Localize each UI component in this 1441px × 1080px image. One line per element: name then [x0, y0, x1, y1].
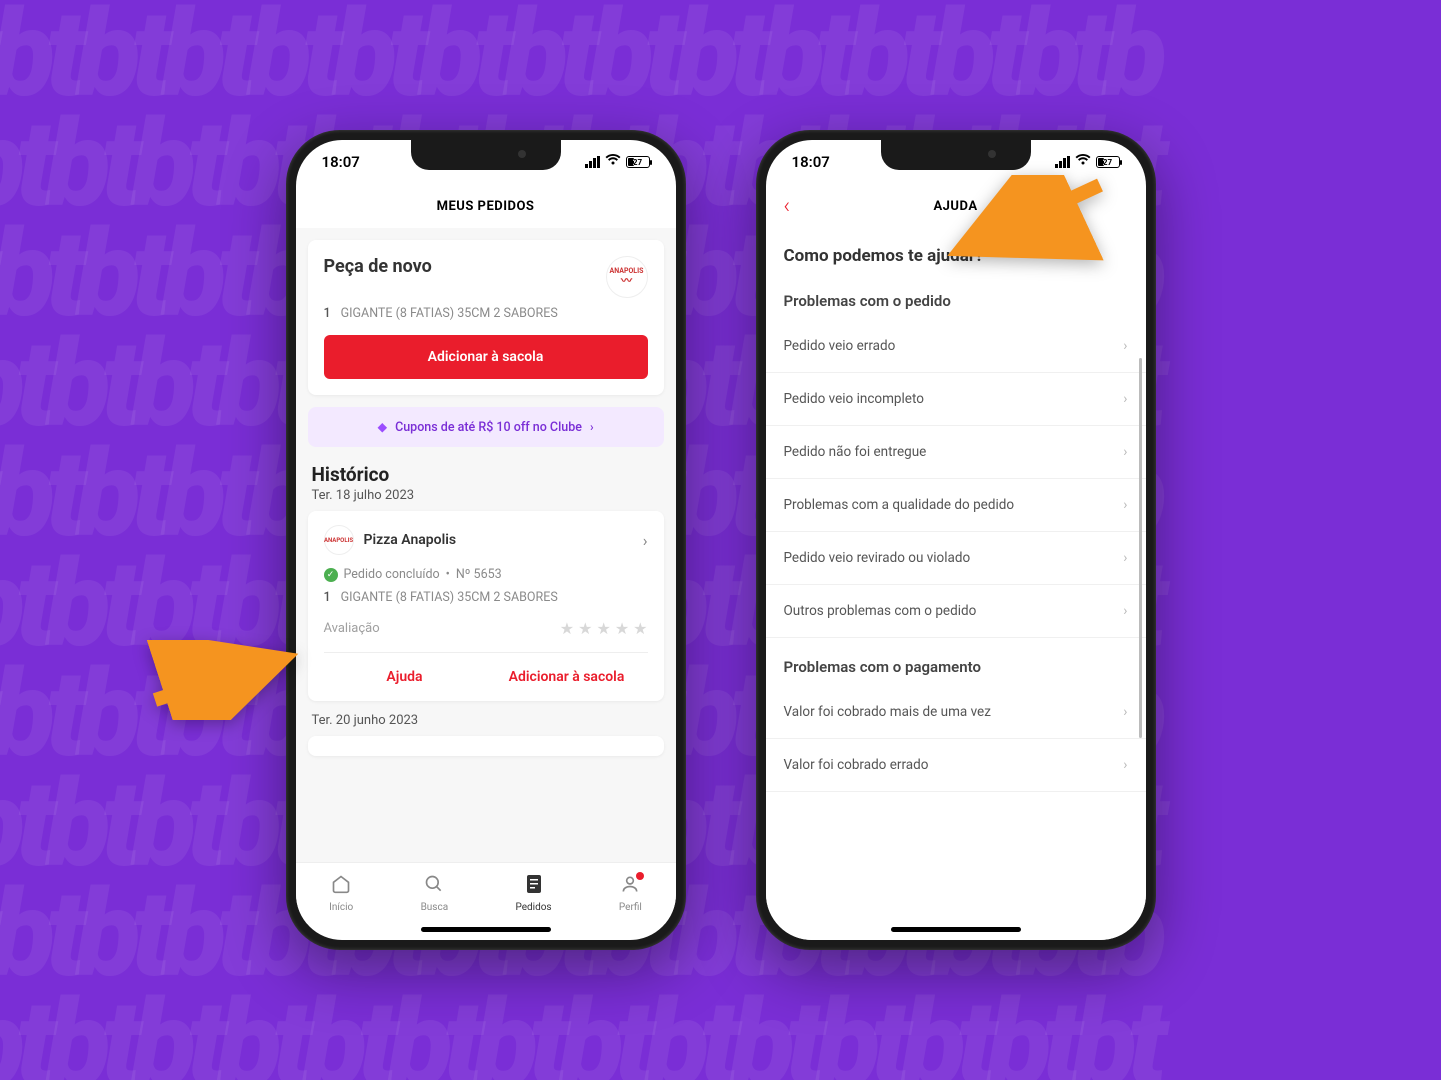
order-again-card: Peça de novo ANAPOLIS〰 1 GIGANTE (8 FATI…	[308, 240, 664, 395]
star-icon[interactable]: ★	[596, 619, 610, 638]
chevron-right-icon: ›	[1123, 391, 1127, 407]
help-item[interactable]: Pedido veio revirado ou violado›	[766, 532, 1146, 585]
status-time: 18:07	[322, 153, 360, 171]
star-icon[interactable]: ★	[578, 619, 592, 638]
chevron-right-icon: ›	[590, 420, 594, 434]
battery-icon: 27	[1096, 156, 1120, 168]
help-heading: Como podemos te ajudar?	[766, 228, 1146, 272]
item-name: GIGANTE (8 FATIAS) 35CM 2 SABORES	[341, 590, 558, 605]
rating-stars[interactable]: ★ ★ ★ ★ ★	[560, 619, 648, 638]
help-item[interactable]: Pedido veio errado›	[766, 320, 1146, 373]
phone-notch	[411, 140, 561, 170]
order-number: Nº 5653	[456, 567, 502, 582]
help-item[interactable]: Valor foi cobrado mais de uma vez›	[766, 686, 1146, 739]
tag-icon: ◆	[377, 419, 387, 435]
order-status: Pedido concluído	[344, 567, 440, 582]
phone-frame-left: 18:07 27 MEUS PEDIDOS Peça de novo ANAPO…	[286, 130, 686, 950]
phone-frame-right: 18:07 27 ‹ AJUDA Como podemos te ajudar?…	[756, 130, 1156, 950]
chevron-right-icon: ›	[1123, 338, 1127, 354]
star-icon[interactable]: ★	[633, 619, 647, 638]
notification-dot-icon	[636, 872, 644, 880]
store-logo-icon: ANAPOLIS	[324, 525, 354, 555]
tab-home[interactable]: Início	[329, 874, 353, 913]
item-name: GIGANTE (8 FATIAS) 35CM 2 SABORES	[341, 306, 558, 321]
profile-icon	[620, 874, 640, 899]
chevron-right-icon: ›	[1123, 757, 1127, 773]
status-time: 18:07	[792, 153, 830, 171]
help-group-order: Problemas com o pedido	[766, 272, 1146, 320]
tab-orders[interactable]: Pedidos	[515, 874, 551, 913]
receipt-icon	[525, 874, 543, 899]
help-item[interactable]: Problemas com a qualidade do pedido›	[766, 479, 1146, 532]
check-circle-icon: ✓	[324, 568, 338, 582]
history-date: Ter. 20 junho 2023	[312, 713, 660, 728]
help-item[interactable]: Pedido veio incompleto›	[766, 373, 1146, 426]
signal-icon	[1055, 156, 1070, 168]
help-group-payment: Problemas com o pagamento	[766, 638, 1146, 686]
battery-icon: 27	[626, 156, 650, 168]
store-name: Pizza Anapolis	[364, 532, 633, 548]
screen-header: MEUS PEDIDOS	[296, 184, 676, 228]
chevron-right-icon: ›	[1123, 497, 1127, 513]
order-store-row[interactable]: ANAPOLIS Pizza Anapolis ›	[324, 525, 648, 555]
add-to-bag-button[interactable]: Adicionar à sacola	[486, 653, 648, 701]
back-button[interactable]: ‹	[784, 194, 791, 219]
promo-banner[interactable]: ◆ Cupons de até R$ 10 off no Clube ›	[308, 407, 664, 447]
wifi-icon	[605, 154, 621, 170]
help-item[interactable]: Outros problemas com o pedido›	[766, 585, 1146, 638]
phone-notch	[881, 140, 1031, 170]
star-icon[interactable]: ★	[560, 619, 574, 638]
add-to-bag-button[interactable]: Adicionar à sacola	[324, 335, 648, 379]
screen-header: ‹ AJUDA	[766, 184, 1146, 228]
rating-label: Avaliação	[324, 621, 380, 636]
tab-search[interactable]: Busca	[421, 874, 449, 913]
help-item[interactable]: Valor foi cobrado errado›	[766, 739, 1146, 792]
home-indicator[interactable]	[421, 927, 551, 932]
help-item[interactable]: Pedido não foi entregue›	[766, 426, 1146, 479]
promo-text: Cupons de até R$ 10 off no Clube	[395, 420, 582, 435]
chevron-right-icon: ›	[1123, 550, 1127, 566]
chevron-right-icon: ›	[643, 531, 648, 550]
tab-bar: Início Busca Pedidos	[296, 862, 676, 924]
home-icon	[331, 874, 351, 899]
item-quantity: 1	[324, 590, 331, 605]
help-button[interactable]: Ajuda	[324, 653, 486, 701]
order-again-title: Peça de novo	[324, 256, 432, 277]
order-card: ANAPOLIS Pizza Anapolis › ✓ Pedido concl…	[308, 511, 664, 701]
chevron-right-icon: ›	[1123, 603, 1127, 619]
item-quantity: 1	[324, 306, 331, 321]
signal-icon	[585, 156, 600, 168]
tab-profile[interactable]: Perfil	[619, 874, 642, 913]
store-logo-icon: ANAPOLIS〰	[606, 256, 648, 298]
order-card	[308, 736, 664, 756]
wifi-icon	[1075, 154, 1091, 170]
header-title: AJUDA	[933, 199, 977, 214]
history-heading: Histórico	[312, 463, 660, 486]
scrollbar[interactable]	[1139, 358, 1142, 738]
chevron-right-icon: ›	[1123, 704, 1127, 720]
home-indicator[interactable]	[891, 927, 1021, 932]
search-icon	[424, 874, 444, 899]
star-icon[interactable]: ★	[615, 619, 629, 638]
chevron-right-icon: ›	[1123, 444, 1127, 460]
history-date: Ter. 18 julho 2023	[312, 488, 660, 503]
header-title: MEUS PEDIDOS	[437, 199, 535, 214]
